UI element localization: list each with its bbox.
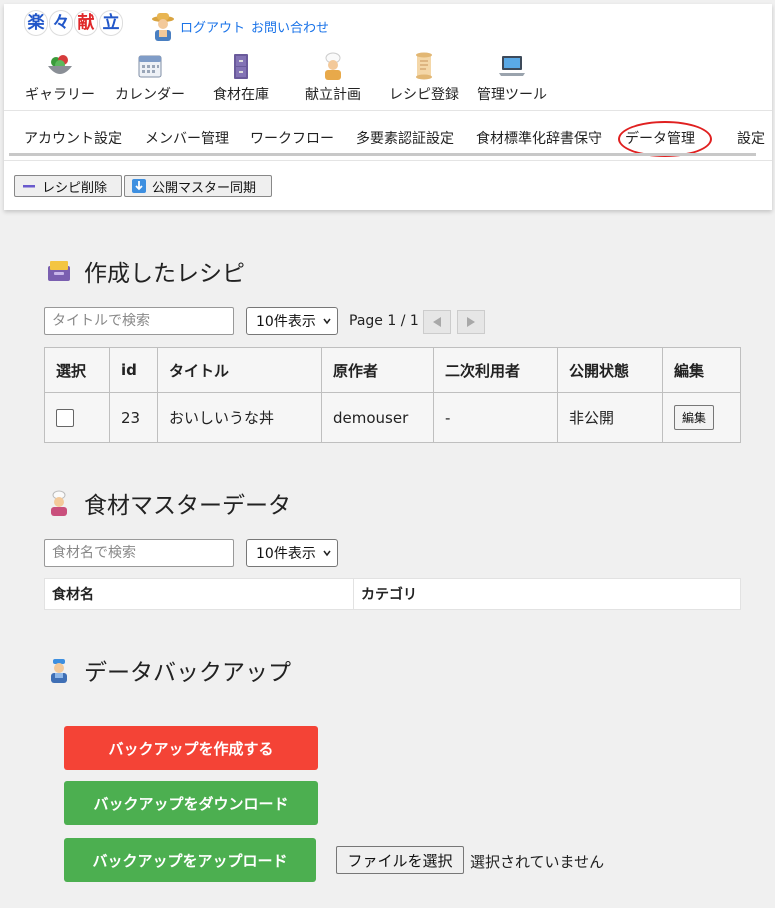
subnav-ingredient-dictionary[interactable]: 食材標準化辞書保守 <box>476 128 602 148</box>
column-header: 編集 <box>662 347 741 393</box>
chef-icon <box>325 52 341 80</box>
nav-meal-plan[interactable]: 献立計画 <box>302 52 364 104</box>
status-cell: 非公開 <box>557 392 663 443</box>
nav-label: 献立計画 <box>305 87 361 103</box>
nav-inventory[interactable]: 食材在庫 <box>211 52 271 104</box>
logo-char: 楽 <box>24 10 48 36</box>
subnav-account-settings[interactable]: アカウント設定 <box>24 128 122 148</box>
down-arrow-icon <box>132 179 146 193</box>
subnav-settings[interactable]: 設定 <box>737 128 765 148</box>
secondary-user-cell: - <box>433 392 558 443</box>
id-cell: 23 <box>109 392 158 443</box>
prev-page-button[interactable] <box>423 310 451 334</box>
chevron-down-icon <box>323 318 331 325</box>
nav-label: 管理ツール <box>477 87 547 103</box>
nav-recipe-register[interactable]: レシピ登録 <box>386 52 462 104</box>
nav-label: カレンダー <box>115 87 185 103</box>
author-cell: demouser <box>321 392 434 443</box>
table-header-row: 選択 id タイトル 原作者 二次利用者 公開状態 編集 <box>44 347 741 393</box>
card-box-icon <box>48 261 70 281</box>
header-panel: 楽 々 献 立 ログアウト お問い合わせ ギャラリー カレンダー 食材在庫 献立… <box>4 4 772 210</box>
select-value: 10件表示 <box>256 314 316 330</box>
next-page-button[interactable] <box>457 310 485 334</box>
cabinet-icon <box>234 54 248 79</box>
table-row: 23 おいしいうな丼 demouser - 非公開 編集 <box>44 392 741 443</box>
create-backup-button[interactable]: バックアップを作成する <box>64 726 318 770</box>
nav-admin-tools[interactable]: 管理ツール <box>474 52 550 104</box>
choose-file-button[interactable]: ファイルを選択 <box>336 846 464 874</box>
select-value: 10件表示 <box>256 546 316 562</box>
column-header: タイトル <box>157 347 322 393</box>
download-backup-button[interactable]: バックアップをダウンロード <box>64 781 318 825</box>
laptop-icon <box>499 56 525 76</box>
chef-icon <box>51 490 67 516</box>
section-title-recipes: 作成したレシピ <box>46 254 245 288</box>
table-header-row: 食材名 カテゴリ <box>44 578 741 610</box>
triangle-right-icon <box>467 317 475 327</box>
column-header: 選択 <box>44 347 110 393</box>
nav-label: レシピ登録 <box>389 87 459 103</box>
section-title-text: 作成したレシピ <box>84 261 245 287</box>
column-header: 二次利用者 <box>433 347 558 393</box>
subnav-workflow[interactable]: ワークフロー <box>250 128 334 148</box>
edit-button[interactable]: 編集 <box>674 405 715 430</box>
file-status-text: 選択されていません <box>470 853 605 871</box>
delete-recipe-button[interactable]: レシピ削除 <box>14 175 122 197</box>
button-label: 公開マスター同期 <box>152 180 257 196</box>
farmer-avatar-icon <box>152 13 174 41</box>
section-title-backup: データバックアップ <box>46 653 291 687</box>
select-cell <box>44 392 110 443</box>
column-header: カテゴリ <box>353 578 741 610</box>
recipes-table: 選択 id タイトル 原作者 二次利用者 公開状態 編集 23 おいしいうな丼 … <box>44 347 741 443</box>
upload-backup-button[interactable]: バックアップをアップロード <box>64 838 316 882</box>
divider <box>4 160 772 161</box>
salad-bowl-icon <box>48 55 72 74</box>
logo-char: 献 <box>74 10 98 36</box>
divider <box>4 110 772 111</box>
sync-master-button[interactable]: 公開マスター同期 <box>124 175 272 197</box>
nav-calendar[interactable]: カレンダー <box>113 52 187 104</box>
nav-gallery[interactable]: ギャラリー <box>23 52 97 104</box>
triangle-left-icon <box>433 317 441 327</box>
column-header: id <box>109 347 158 393</box>
contact-link[interactable]: お問い合わせ <box>251 17 329 36</box>
column-header: 原作者 <box>321 347 434 393</box>
column-header: 公開状態 <box>557 347 663 393</box>
subnav-scrollbar[interactable] <box>9 153 756 156</box>
subnav-member-management[interactable]: メンバー管理 <box>145 128 229 148</box>
nav-label: 食材在庫 <box>213 87 269 103</box>
logo-char: 々 <box>49 10 73 36</box>
scroll-icon <box>416 52 432 80</box>
subnav-data-management[interactable]: データ管理 <box>625 128 695 148</box>
section-title-text: 食材マスターデータ <box>84 493 291 519</box>
section-title-text: データバックアップ <box>84 660 291 686</box>
nav-label: ギャラリー <box>25 87 95 103</box>
page-info: Page 1 / 1 <box>349 313 419 329</box>
title-cell: おいしいうな丼 <box>157 392 322 443</box>
ingredient-page-size-select[interactable]: 10件表示 <box>246 539 338 567</box>
subnav-mfa-settings[interactable]: 多要素認証設定 <box>356 128 454 148</box>
minus-icon <box>23 185 35 188</box>
app-logo[interactable]: 楽 々 献 立 <box>24 10 123 36</box>
ingredient-search-input[interactable] <box>44 539 234 567</box>
worker-icon <box>51 659 67 683</box>
calendar-icon <box>138 55 162 78</box>
logout-link[interactable]: ログアウト <box>180 17 245 36</box>
recipe-search-input[interactable] <box>44 307 234 335</box>
ingredients-table: 食材名 カテゴリ <box>44 578 741 610</box>
row-checkbox[interactable] <box>56 408 74 427</box>
edit-cell: 編集 <box>662 392 741 443</box>
column-header: 食材名 <box>44 578 354 610</box>
recipe-page-size-select[interactable]: 10件表示 <box>246 307 338 335</box>
section-title-ingredients: 食材マスターデータ <box>46 486 291 520</box>
chevron-down-icon <box>323 550 331 557</box>
button-label: レシピ削除 <box>42 180 108 196</box>
logo-char: 立 <box>99 10 123 36</box>
